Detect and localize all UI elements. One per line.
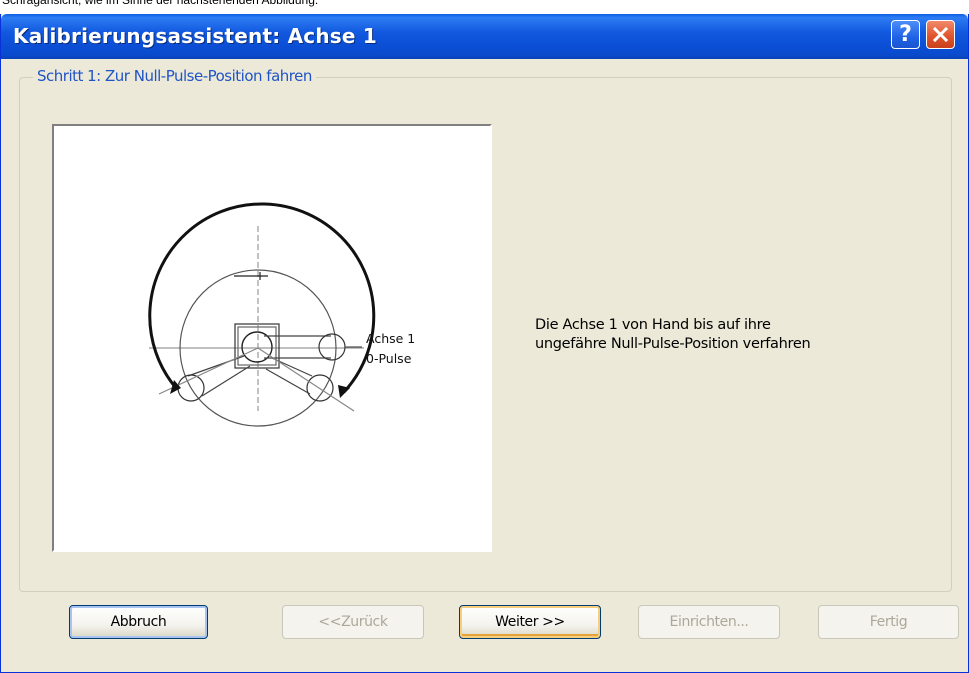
description-line-2: ungefähre Null-Pulse-Position verfahren [535,336,811,352]
caption-fragment: Schrägansicht, wie im Sinne der nachsteh… [0,0,969,8]
close-icon [932,26,949,43]
next-button[interactable]: Weiter >> [459,605,601,639]
robot-axis-diagram: Achse 1 0-Pulse [148,202,415,427]
finish-button[interactable]: Fertig [818,605,959,639]
step-title: Schritt 1: Zur Null-Pulse-Position fahre… [33,67,316,85]
cancel-button[interactable]: Abbruch [69,605,208,639]
title-bar[interactable]: Kalibrierungsassistent: Achse 1 ? [1,14,968,59]
help-icon: ? [899,21,912,47]
setup-button[interactable]: Einrichten... [638,605,780,639]
axis-label: Achse 1 [366,331,415,346]
calibration-illustration: Achse 1 0-Pulse [52,124,492,552]
step-description: Die Achse 1 von Hand bis auf ihre ungefä… [535,316,935,354]
description-line-1: Die Achse 1 von Hand bis auf ihre [535,317,771,333]
back-button[interactable]: <<Zurück [282,605,424,639]
window-title: Kalibrierungsassistent: Achse 1 [13,24,377,48]
help-button[interactable]: ? [891,20,920,49]
pulse-label: 0-Pulse [366,351,412,366]
close-button[interactable] [926,20,955,49]
